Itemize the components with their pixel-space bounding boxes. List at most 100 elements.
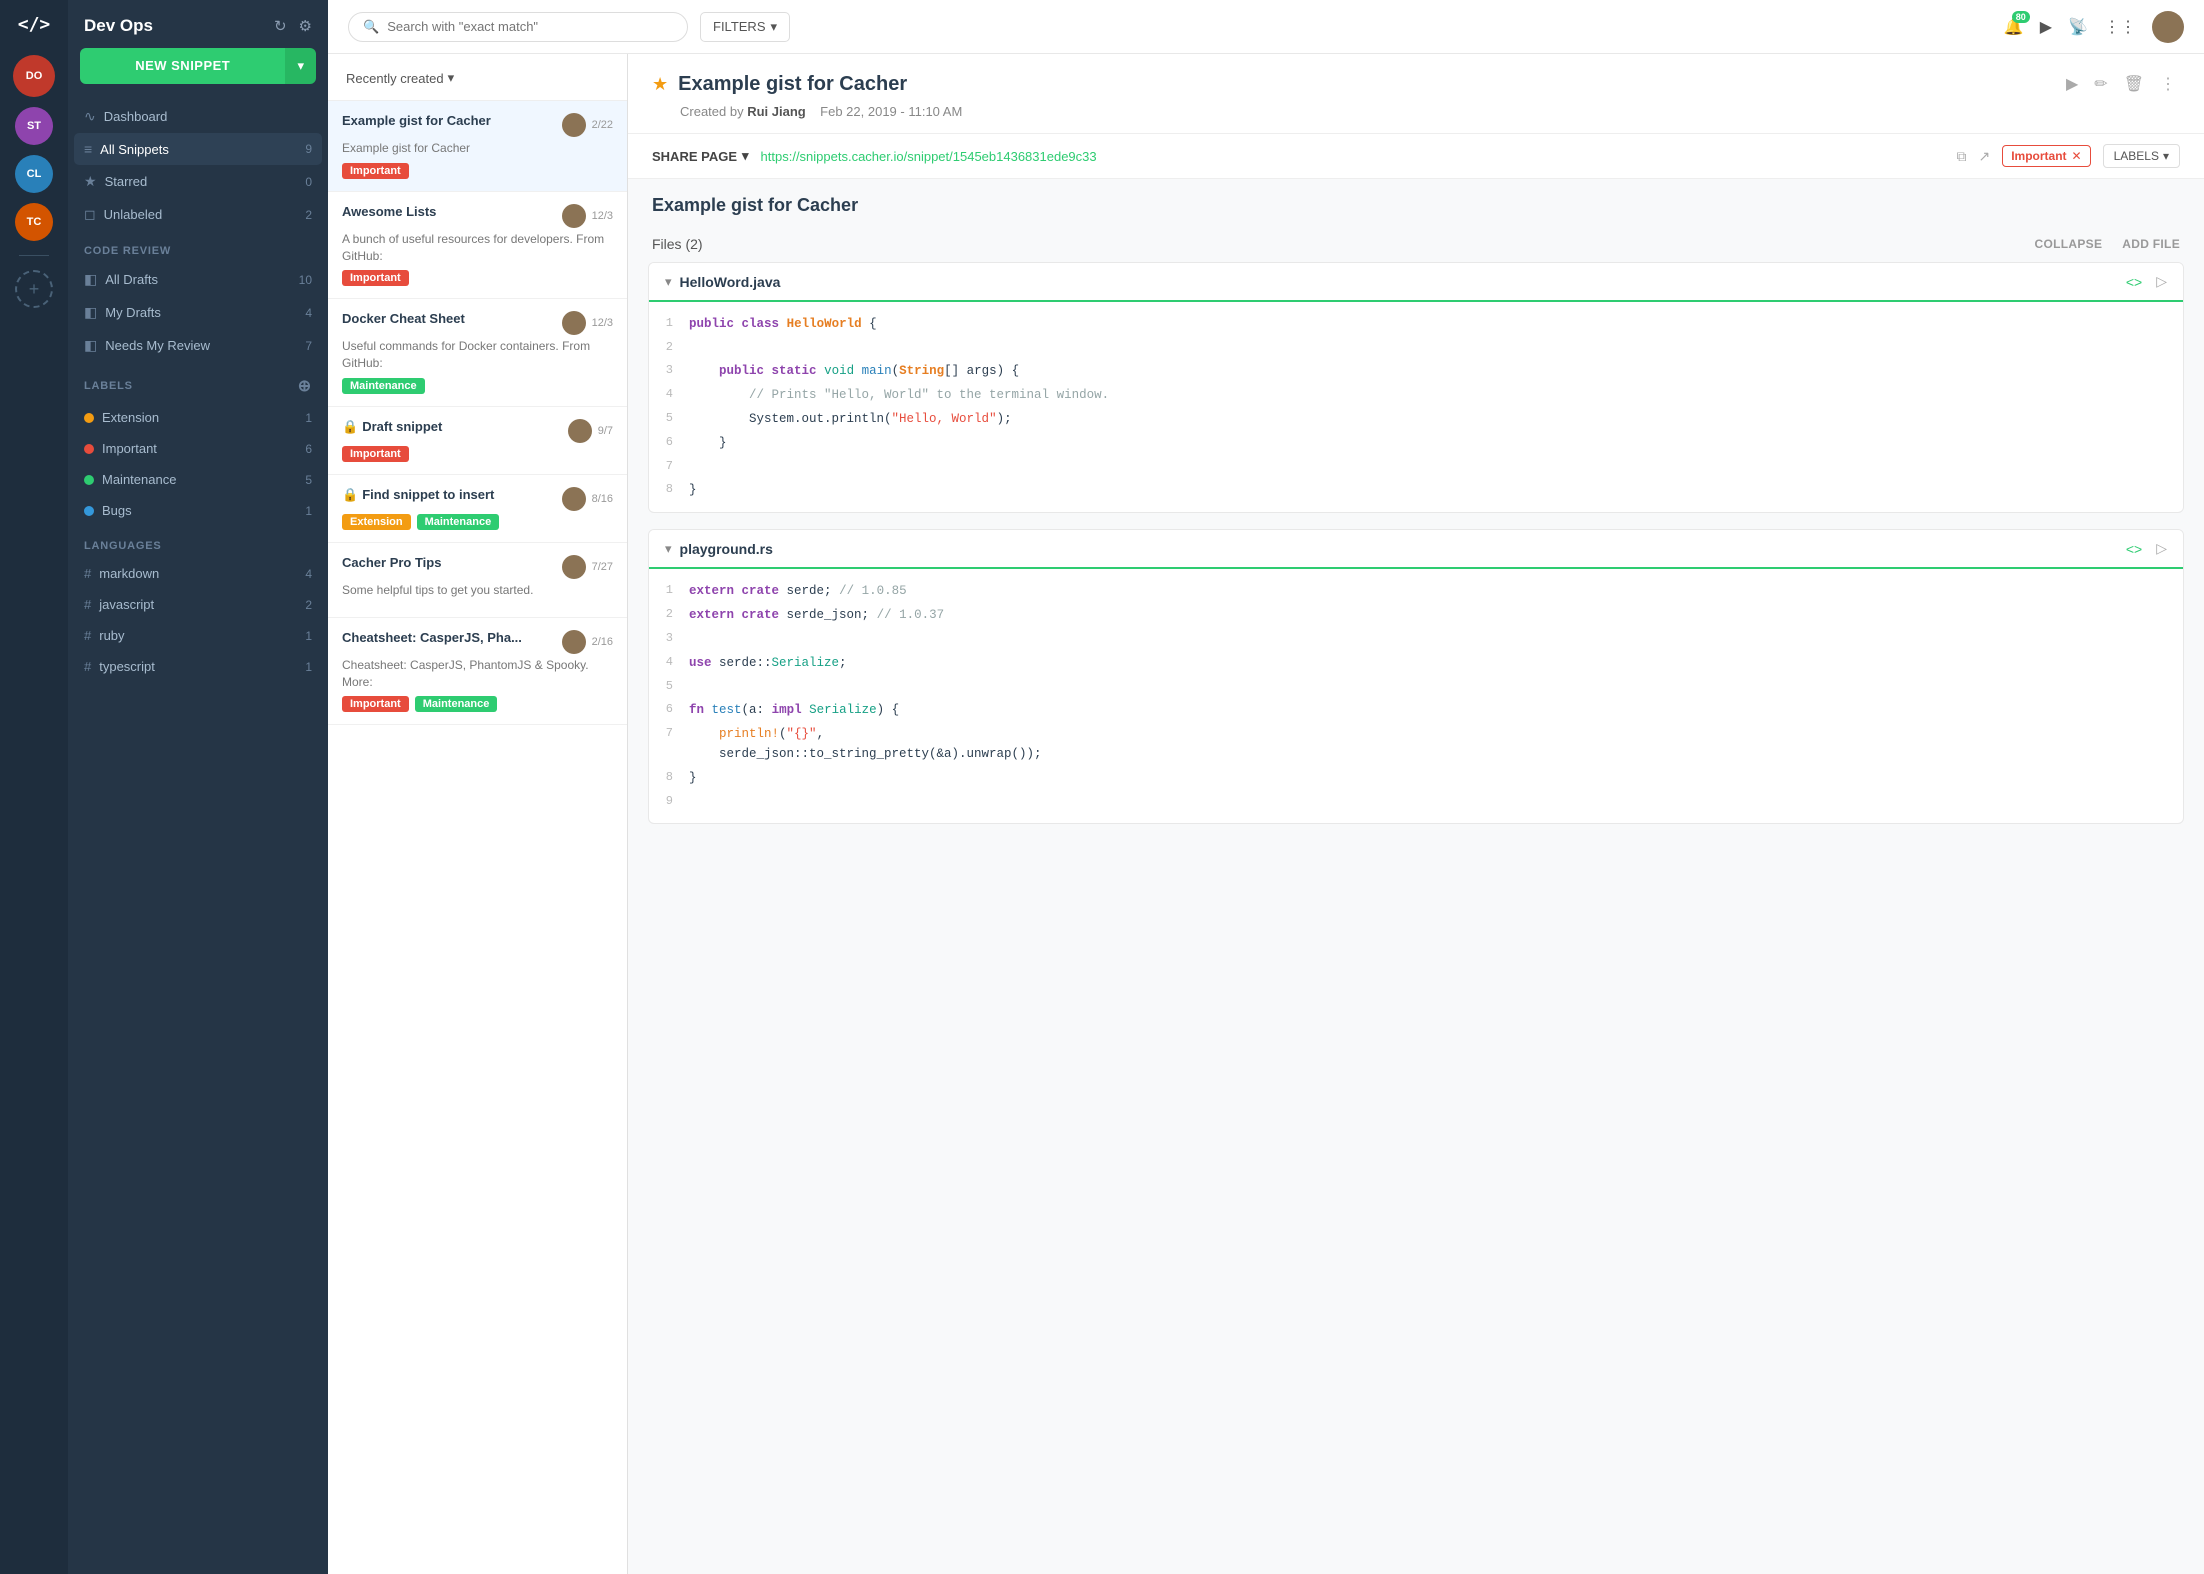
- snippet-item-header: Awesome Lists 12/3: [342, 204, 613, 228]
- labels-nav: Extension 1 Important 6 Maintenance 5 Bu…: [68, 402, 328, 526]
- tag: Important: [342, 446, 409, 462]
- notifications-button[interactable]: 🔔 80: [2004, 17, 2024, 37]
- add-label-button[interactable]: ⊕: [298, 376, 312, 396]
- collapse-button[interactable]: COLLAPSE: [2035, 237, 2103, 251]
- new-snippet-button[interactable]: NEW SNIPPET: [80, 48, 285, 84]
- open-external-button[interactable]: ↗: [1978, 148, 1990, 165]
- sidebar-item-markdown[interactable]: # markdown 4: [74, 558, 322, 589]
- user-avatar[interactable]: [2152, 11, 2184, 43]
- my-drafts-count: 4: [305, 306, 312, 320]
- file-block: ▾ HelloWord.java <> ▷ 1 public class Hel…: [648, 262, 2184, 513]
- sidebar-item-all-snippets[interactable]: ≡ All Snippets 9: [74, 133, 322, 165]
- snippet-title: Draft snippet: [362, 419, 568, 434]
- file-collapse-chevron[interactable]: ▾: [665, 541, 672, 557]
- add-team-button[interactable]: +: [15, 270, 53, 308]
- needs-review-count: 7: [305, 339, 312, 353]
- sidebar-item-dashboard[interactable]: ∿ Dashboard: [74, 100, 322, 133]
- file-header-right: <> ▷: [2126, 273, 2167, 290]
- snippet-item[interactable]: Cheatsheet: CasperJS, Pha... 2/16 Cheats…: [328, 618, 627, 726]
- star-button[interactable]: ★: [652, 74, 668, 95]
- filter-button[interactable]: FILTERS ▾: [700, 12, 790, 42]
- snippet-avatar: [562, 311, 586, 335]
- sidebar-item-important[interactable]: Important 6: [74, 433, 322, 464]
- snippet-tags: Important: [342, 446, 613, 462]
- copy-url-button[interactable]: ⧉: [1956, 148, 1966, 165]
- code-line: 7 println!("{}", serde_json::to_string_p…: [649, 722, 2183, 766]
- sidebar-item-typescript[interactable]: # typescript 1: [74, 651, 322, 682]
- sidebar-item-extension[interactable]: Extension 1: [74, 402, 322, 433]
- snippet-item[interactable]: Example gist for Cacher 2/22 Example gis…: [328, 101, 627, 192]
- chart-icon: ∿: [84, 108, 96, 125]
- draft-icon: ◧: [84, 271, 97, 288]
- labels-dropdown-button[interactable]: LABELS ▾: [2103, 144, 2180, 168]
- snippet-list-toolbar: Recently created ▾: [328, 54, 627, 101]
- snippet-date: 7/27: [592, 561, 613, 573]
- new-snippet-dropdown[interactable]: ▾: [285, 48, 316, 84]
- sidebar-item-my-drafts[interactable]: ◧ My Drafts 4: [74, 296, 322, 329]
- detail-actions: ▶ ✏ 🗑 ⋮: [2062, 70, 2180, 98]
- maintenance-dot: [84, 475, 94, 485]
- team-avatar-cl[interactable]: CL: [15, 155, 53, 193]
- sidebar-item-maintenance[interactable]: Maintenance 5: [74, 464, 322, 495]
- detail-title-left: ★ Example gist for Cacher: [652, 73, 907, 96]
- code-view-button[interactable]: <>: [2126, 274, 2142, 290]
- sidebar-item-unlabeled[interactable]: ◻ Unlabeled 2: [74, 198, 322, 231]
- file-name: playground.rs: [680, 541, 773, 557]
- snippet-item[interactable]: Awesome Lists 12/3 A bunch of useful res…: [328, 192, 627, 300]
- delete-action-button[interactable]: 🗑: [2120, 70, 2148, 98]
- sidebar-item-label: Important: [102, 441, 157, 456]
- play-button[interactable]: ▶: [2040, 17, 2052, 37]
- snippet-item-header: Cheatsheet: CasperJS, Pha... 2/16: [342, 630, 613, 654]
- run-file-button[interactable]: ▷: [2156, 540, 2167, 557]
- hash-icon: #: [84, 597, 91, 612]
- snippet-item[interactable]: Docker Cheat Sheet 12/3 Useful commands …: [328, 299, 627, 407]
- snippet-desc: Example gist for Cacher: [342, 140, 613, 157]
- files-header: Files (2) COLLAPSE ADD FILE: [628, 228, 2204, 262]
- app-logo: </>: [18, 14, 51, 35]
- tag: Maintenance: [415, 696, 498, 712]
- search-icon: 🔍: [363, 19, 379, 35]
- snippet-item[interactable]: 🔒 Find snippet to insert 8/16 Extension …: [328, 475, 627, 543]
- file-block: ▾ playground.rs <> ▷ 1 extern crate serd…: [648, 529, 2184, 824]
- snippet-avatar: [562, 555, 586, 579]
- edit-action-button[interactable]: ✏: [2090, 70, 2111, 98]
- workspace-avatar[interactable]: DO: [13, 55, 55, 97]
- share-page-label: SHARE PAGE: [652, 149, 737, 164]
- team-avatar-tc[interactable]: TC: [15, 203, 53, 241]
- snippet-item-header: Docker Cheat Sheet 12/3: [342, 311, 613, 335]
- sidebar-item-javascript[interactable]: # javascript 2: [74, 589, 322, 620]
- remove-label-button[interactable]: ✕: [2072, 149, 2082, 163]
- play-action-button[interactable]: ▶: [2062, 70, 2082, 98]
- hash-icon: #: [84, 659, 91, 674]
- settings-icon[interactable]: ⚙: [299, 17, 312, 35]
- more-action-button[interactable]: ⋮: [2156, 70, 2180, 98]
- maintenance-count: 5: [305, 473, 312, 487]
- share-page-button[interactable]: SHARE PAGE ▾: [652, 148, 749, 164]
- team-avatar-st[interactable]: ST: [15, 107, 53, 145]
- sort-button[interactable]: Recently created ▾: [340, 66, 615, 90]
- search-input[interactable]: [387, 19, 673, 34]
- snippet-item-header: 🔒 Draft snippet 9/7: [342, 419, 613, 443]
- add-file-button[interactable]: ADD FILE: [2122, 237, 2180, 251]
- files-actions: COLLAPSE ADD FILE: [2035, 237, 2180, 251]
- refresh-icon[interactable]: ↻: [274, 17, 287, 35]
- file-collapse-chevron[interactable]: ▾: [665, 274, 672, 290]
- snippet-avatar: [562, 204, 586, 228]
- sidebar-item-all-drafts[interactable]: ◧ All Drafts 10: [74, 263, 322, 296]
- code-line: 5: [649, 675, 2183, 698]
- label-name: Important: [2011, 149, 2066, 163]
- snippet-date: 8/16: [592, 493, 613, 505]
- rss-button[interactable]: 📡: [2068, 17, 2088, 37]
- sidebar-item-label: My Drafts: [105, 305, 161, 320]
- sidebar-item-label: Needs My Review: [105, 338, 210, 353]
- sidebar-item-bugs[interactable]: Bugs 1: [74, 495, 322, 526]
- sidebar-item-needs-review[interactable]: ◧ Needs My Review 7: [74, 329, 322, 362]
- snippet-title: Example gist for Cacher: [342, 113, 562, 128]
- sidebar-item-ruby[interactable]: # ruby 1: [74, 620, 322, 651]
- grid-button[interactable]: ⋮⋮: [2104, 17, 2136, 37]
- snippet-item[interactable]: 🔒 Draft snippet 9/7 Important: [328, 407, 627, 475]
- run-file-button[interactable]: ▷: [2156, 273, 2167, 290]
- code-view-button[interactable]: <>: [2126, 541, 2142, 557]
- snippet-item[interactable]: Cacher Pro Tips 7/27 Some helpful tips t…: [328, 543, 627, 618]
- sidebar-item-starred[interactable]: ★ Starred 0: [74, 165, 322, 198]
